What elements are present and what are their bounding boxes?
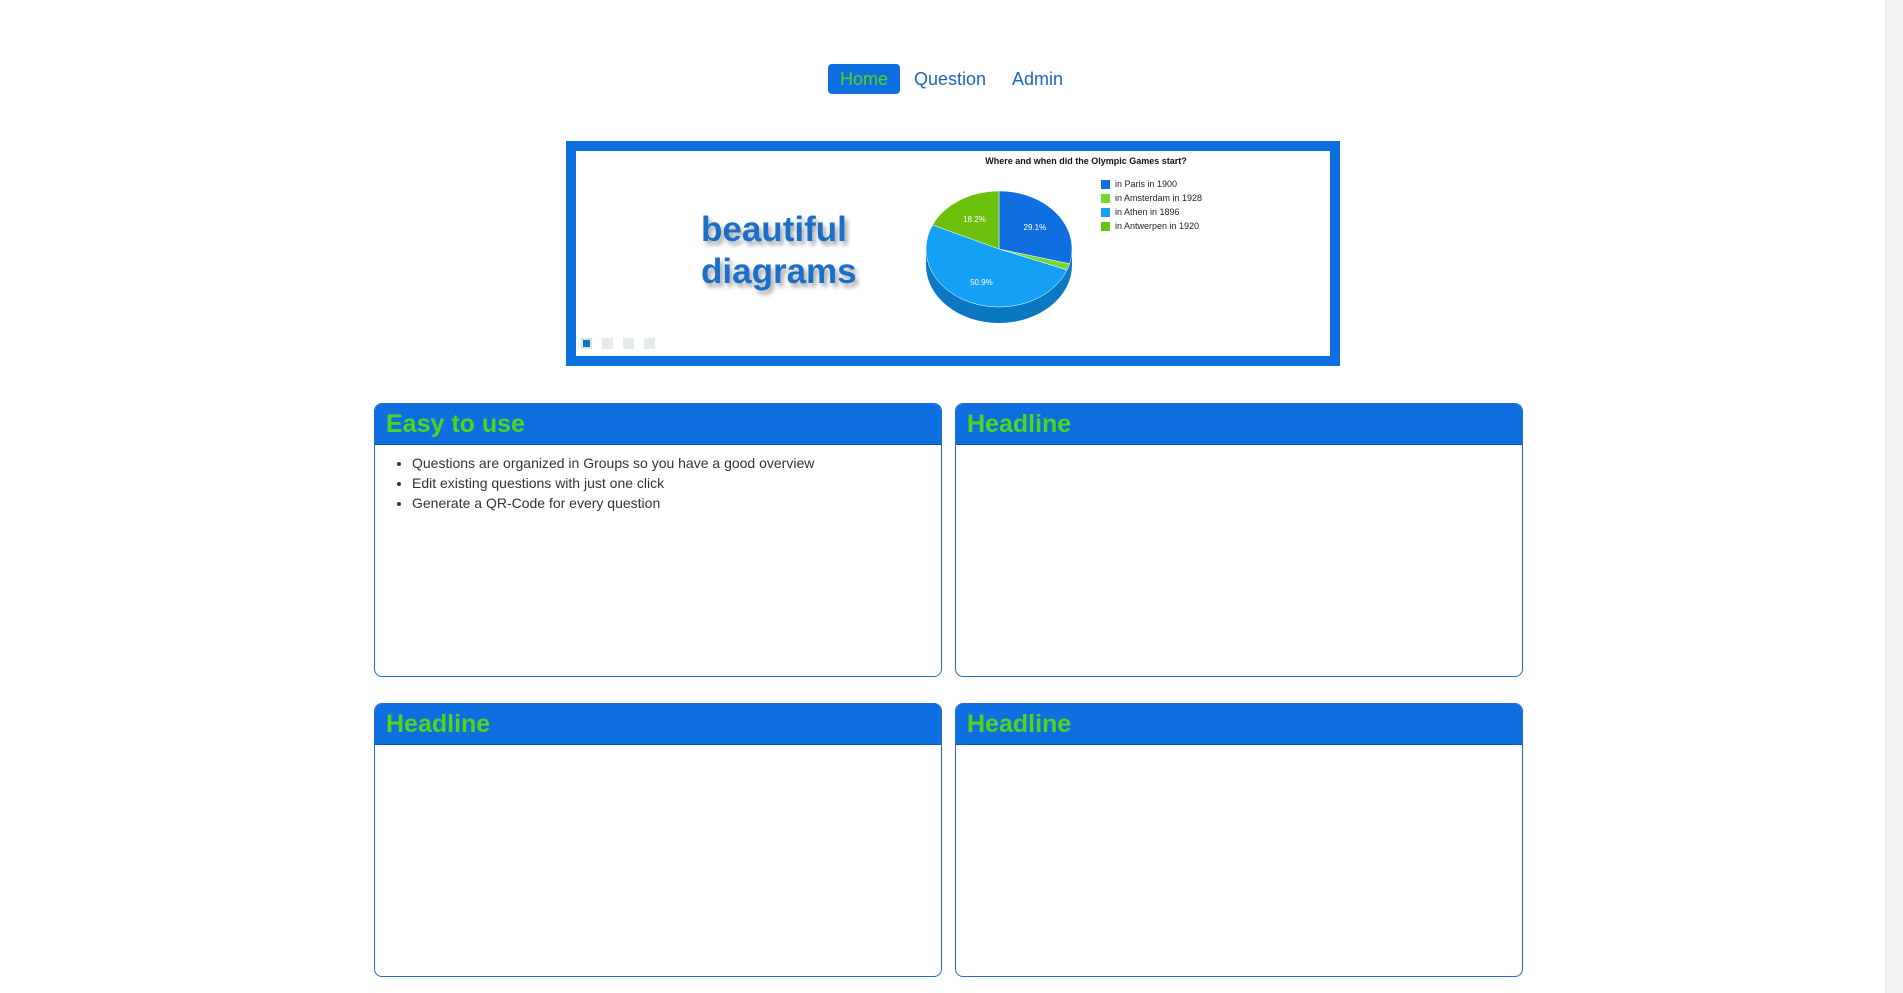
slider-dot-4[interactable]: [644, 338, 655, 349]
slider-dot-3[interactable]: [623, 338, 634, 349]
nav-home[interactable]: Home: [827, 64, 900, 94]
slider-dot-1[interactable]: [581, 338, 592, 349]
panel-easy-to-use: Easy to use Questions are organized in G…: [374, 403, 942, 677]
panel-headline-2: Headline: [374, 703, 942, 977]
panel-title: Headline: [375, 704, 941, 745]
pie-data-label: 29.1%: [1024, 223, 1047, 232]
nav-admin[interactable]: Admin: [1000, 64, 1075, 94]
list-item: Questions are organized in Groups so you…: [412, 453, 929, 473]
panel-title: Headline: [956, 404, 1522, 445]
main-nav: Home Question Admin: [0, 64, 1903, 94]
legend-swatch: [1101, 221, 1110, 231]
image-slider[interactable]: beautiful diagrams Where and when did th…: [566, 141, 1340, 366]
slider-dot-2[interactable]: [602, 338, 613, 349]
panel-headline-3: Headline: [955, 703, 1523, 977]
legend-item: in Paris in 1900: [1101, 177, 1202, 191]
list-item: Generate a QR-Code for every question: [412, 493, 929, 513]
list-item: Edit existing questions with just one cl…: [412, 473, 929, 493]
legend-label: in Antwerpen in 1920: [1115, 221, 1200, 231]
legend-item: in Athen in 1896: [1101, 205, 1202, 219]
legend-label: in Amsterdam in 1928: [1115, 193, 1203, 203]
pie-data-label: 50.9%: [970, 278, 993, 287]
nav-question[interactable]: Question: [902, 64, 998, 94]
vertical-scrollbar[interactable]: [1885, 0, 1903, 993]
panel-title: Headline: [956, 704, 1522, 745]
legend-item: in Amsterdam in 1928: [1101, 191, 1202, 205]
legend-label: in Paris in 1900: [1115, 179, 1178, 189]
legend-swatch: [1101, 193, 1110, 203]
pie-data-label: 18.2%: [963, 215, 986, 224]
feature-list: Questions are organized in Groups so you…: [387, 453, 929, 513]
legend-swatch: [1101, 179, 1110, 189]
panel-title: Easy to use: [375, 404, 941, 445]
slider-dots: [581, 338, 655, 349]
legend-label: in Athen in 1896: [1115, 207, 1180, 217]
panel-headline-1: Headline: [955, 403, 1523, 677]
chart-legend: in Paris in 1900 in Amsterdam in 1928 in A…: [1101, 177, 1202, 233]
pie-chart: 29.1% 50.9% 18.2%: [925, 190, 1073, 323]
legend-item: in Antwerpen in 1920: [1101, 219, 1202, 233]
legend-swatch: [1101, 207, 1110, 217]
